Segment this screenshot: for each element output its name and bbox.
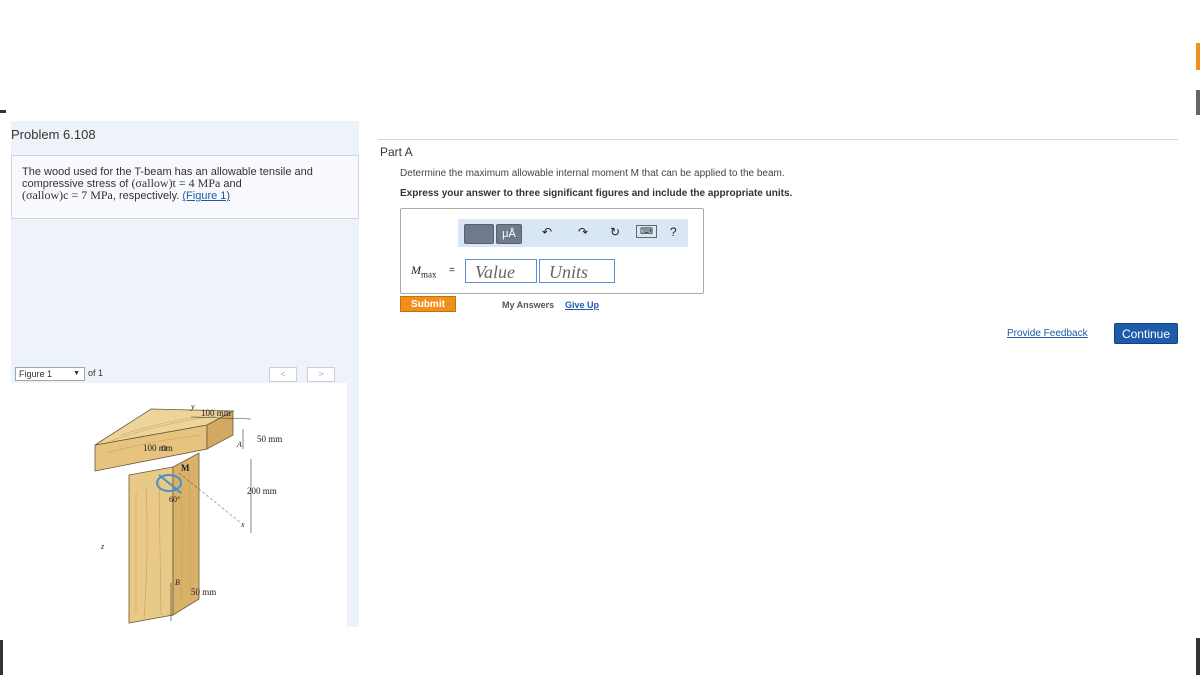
y-axis-label: y: [190, 402, 195, 411]
sigma-compressive: (σallow)c = 7 MPa: [22, 188, 113, 202]
math-toolbar: μÅ ↶ ↷ ↻ ⌨ ?: [458, 219, 688, 247]
window-edge-mark: [1196, 638, 1200, 675]
instruction-text: Express your answer to three significant…: [400, 188, 793, 199]
value-input[interactable]: Value: [465, 259, 537, 283]
equals-sign: =: [449, 265, 455, 276]
figure-count: of 1: [88, 368, 104, 378]
figure-link[interactable]: (Figure 1): [182, 190, 230, 202]
problem-respectively: , respectively.: [112, 190, 180, 202]
question-text: Determine the maximum allowable internal…: [400, 168, 785, 179]
t-beam-figure: 100 mm 100 mm 50 mm 200 mm 50 mm M 60° A…: [94, 402, 282, 624]
sigma-tensile: (σallow)t = 4 MPa: [131, 176, 221, 190]
my-answers-link[interactable]: My Answers: [502, 300, 554, 310]
part-divider: [378, 139, 1178, 140]
window-edge-mark: [0, 110, 6, 113]
help-icon[interactable]: ?: [670, 225, 677, 239]
problem-statement: The wood used for the T-beam has an allo…: [11, 155, 359, 219]
reset-icon[interactable]: ↻: [610, 225, 620, 239]
prev-figure-button[interactable]: <: [269, 367, 297, 382]
figure-select[interactable]: Figure 1 ▼: [15, 367, 85, 381]
answer-box: μÅ ↶ ↷ ↻ ⌨ ? Mmax = Value Units: [400, 208, 704, 294]
provide-feedback-link[interactable]: Provide Feedback: [1007, 328, 1088, 339]
figure-select-value: Figure 1: [19, 369, 53, 379]
point-b-label: B: [175, 578, 180, 587]
answer-variable-sub: max: [421, 269, 437, 280]
units-input[interactable]: Units: [539, 259, 615, 283]
dim-label-web-width: 50 mm: [191, 587, 216, 597]
units-symbol-button[interactable]: μÅ: [496, 224, 522, 244]
give-up-link[interactable]: Give Up: [565, 300, 599, 310]
template-button[interactable]: [464, 224, 494, 244]
dim-label-web-height: 200 mm: [247, 486, 277, 496]
problem-title: Problem 6.108: [11, 127, 96, 142]
next-figure-button[interactable]: >: [307, 367, 335, 382]
problem-panel: Problem 6.108 The wood used for the T-be…: [11, 121, 359, 627]
point-a-label: A: [236, 440, 242, 449]
dim-label-flange: 50 mm: [257, 434, 282, 444]
figure-navigation: Figure 1 ▼ of 1 < >: [11, 365, 347, 382]
dim-label-left: 100 mm: [143, 443, 173, 453]
problem-and: and: [223, 178, 242, 190]
part-label: Part A: [380, 145, 413, 159]
chevron-down-icon: ▼: [73, 370, 80, 377]
redo-icon[interactable]: ↷: [578, 225, 588, 239]
x-axis-label: x: [240, 520, 245, 529]
keyboard-icon[interactable]: ⌨: [636, 225, 657, 238]
continue-button[interactable]: Continue: [1114, 323, 1178, 344]
window-edge-mark: [0, 640, 3, 675]
z-axis-label: z: [100, 542, 105, 551]
dim-label-top: 100 mm: [201, 408, 231, 418]
moment-label: M: [181, 463, 190, 473]
problem-text: The wood used for the T-beam has an allo…: [22, 167, 342, 202]
window-edge-accent: [1196, 43, 1200, 70]
window-edge-mark: [1196, 90, 1200, 115]
answer-variable: Mmax: [411, 263, 437, 279]
answer-variable-main: M: [411, 263, 421, 277]
angle-label: 60°: [169, 495, 180, 504]
point-o-label: O: [161, 444, 167, 453]
figure-image: 100 mm 100 mm 50 mm 200 mm 50 mm M 60° A…: [11, 383, 347, 627]
submit-button[interactable]: Submit: [400, 296, 456, 312]
undo-icon[interactable]: ↶: [542, 225, 552, 239]
